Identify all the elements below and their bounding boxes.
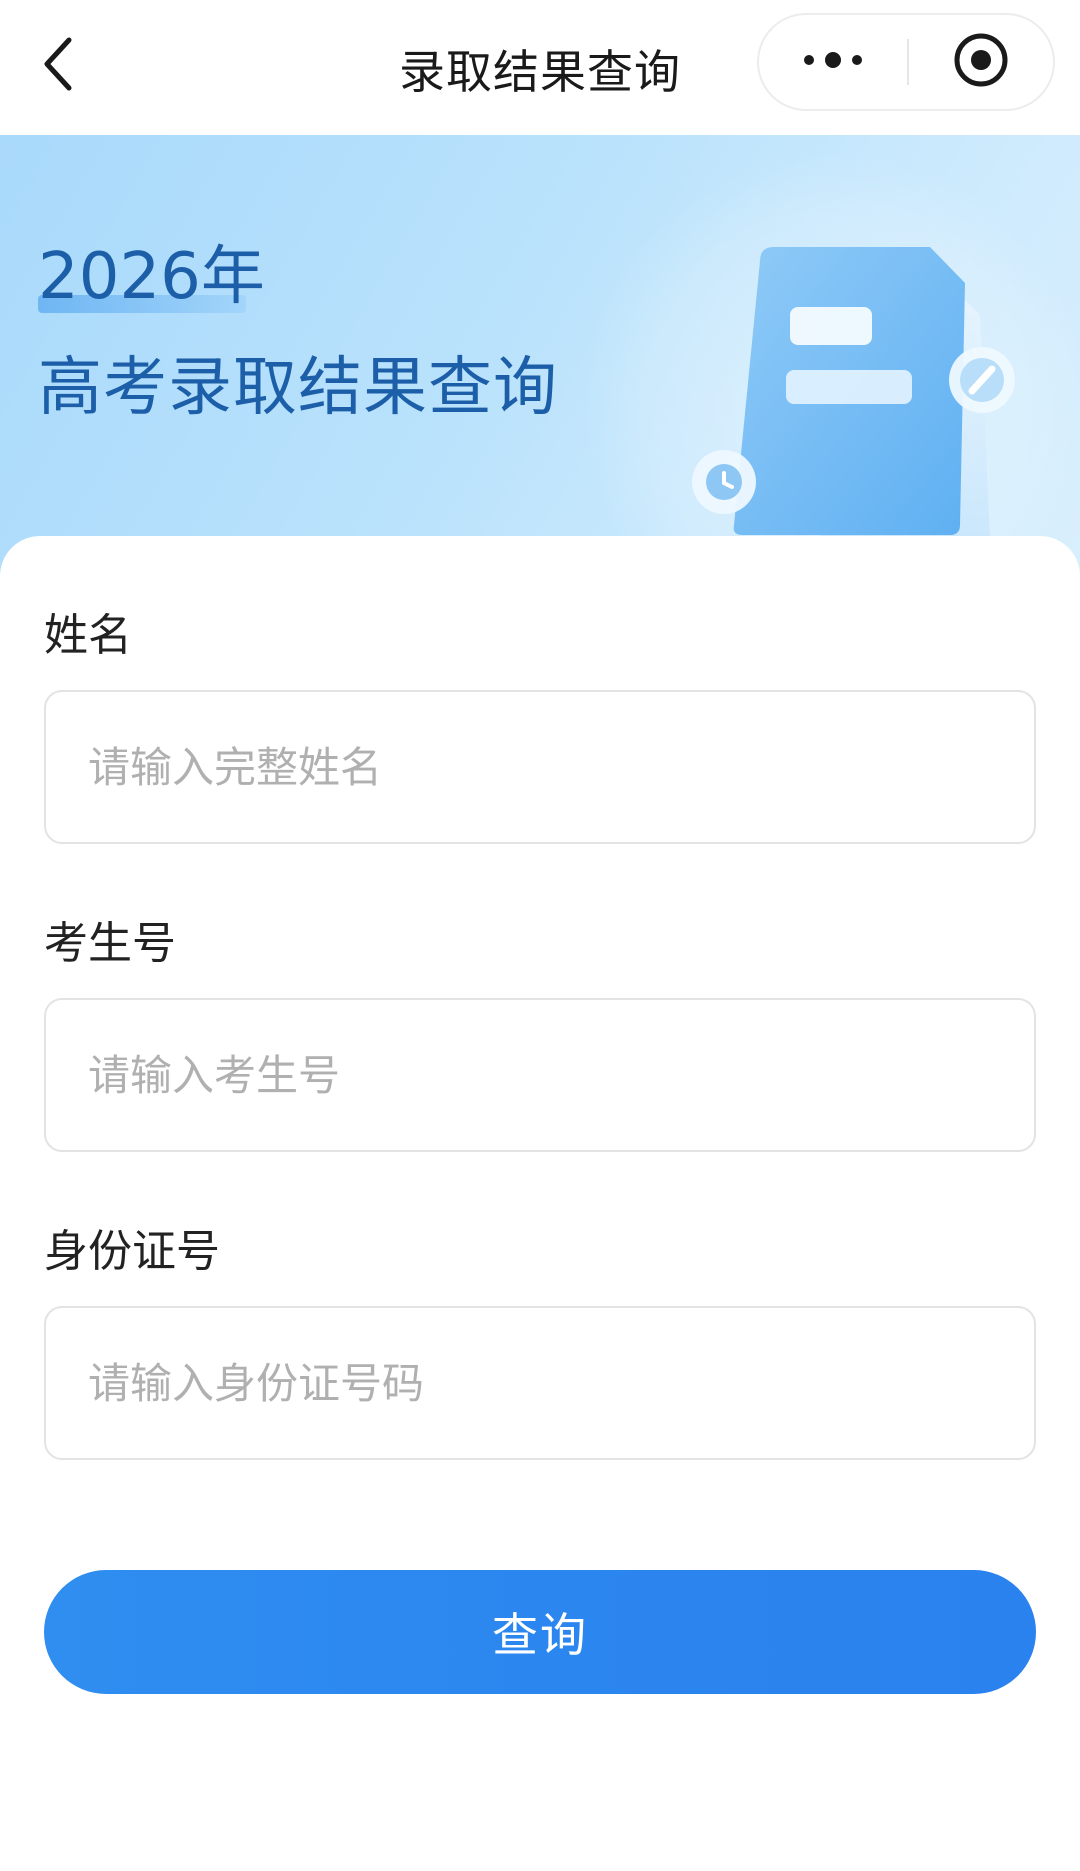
id-number-label: 身份证号: [44, 1226, 220, 1277]
menu-capsule: [757, 13, 1055, 111]
exam-number-label: 考生号: [44, 918, 176, 969]
more-dots-icon: [801, 50, 865, 74]
target-circle-icon: [952, 31, 1010, 93]
query-form: 姓名 考生号 身份证号 查询: [0, 536, 1080, 1871]
navigation-bar: 录取结果查询: [0, 0, 1080, 135]
document-illustration: [680, 195, 1040, 565]
banner-year: 2026年: [38, 240, 265, 314]
query-button[interactable]: 查询: [44, 1570, 1036, 1694]
id-number-input[interactable]: [44, 1306, 1036, 1460]
query-page: 录取结果查询 2026年 高考录取结果查询 姓名 请输入完整姓名 考生号 请输入…: [0, 0, 1080, 1871]
name-label: 姓名: [44, 610, 132, 661]
hero-banner: 2026年 高考录取结果查询: [0, 135, 1080, 575]
more-button[interactable]: [759, 15, 907, 109]
banner-title: 高考录取结果查询: [38, 351, 558, 425]
exam-number-input[interactable]: [44, 998, 1036, 1152]
close-miniprogram-button[interactable]: [909, 15, 1053, 109]
name-input[interactable]: [44, 690, 1036, 844]
